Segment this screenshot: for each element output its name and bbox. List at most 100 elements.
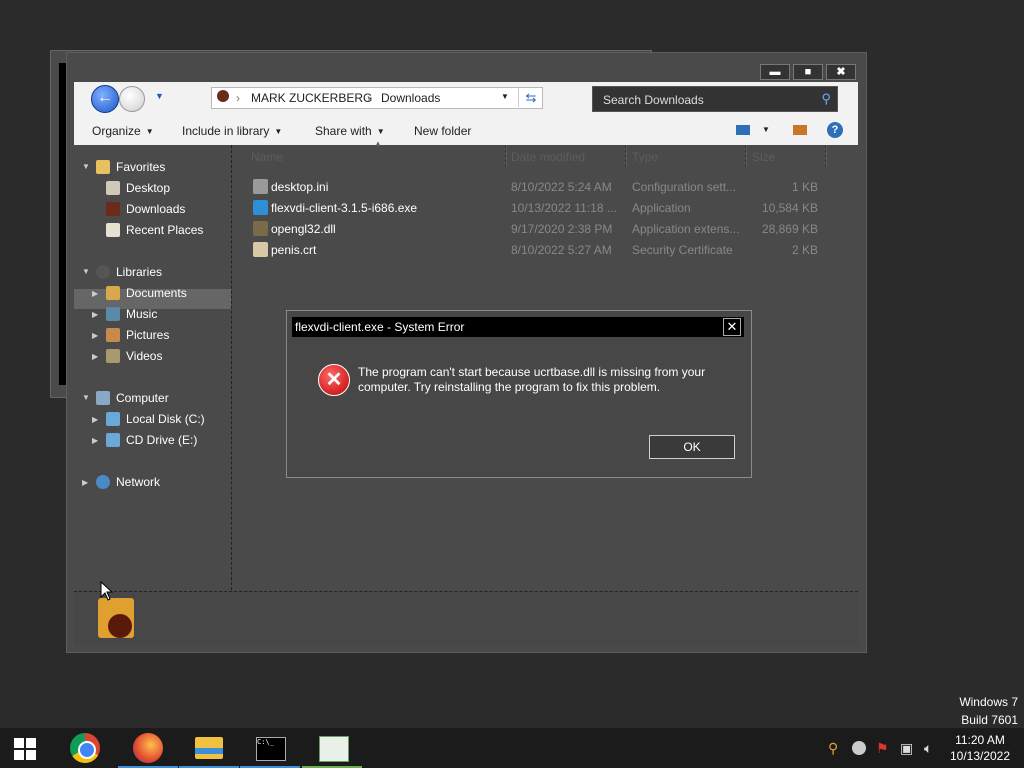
nav-network[interactable]: Network	[96, 472, 226, 492]
file-date: 8/10/2022 5:24 AM	[511, 180, 612, 194]
nav-recent-places[interactable]: Recent Places	[106, 220, 226, 240]
share-with-menu[interactable]: Share with ▼	[315, 124, 385, 138]
back-button[interactable]: ←	[91, 85, 119, 113]
search-input[interactable]	[601, 87, 805, 113]
nav-recent-places-label: Recent Places	[126, 223, 204, 237]
search-tray-icon[interactable]: ⚲	[828, 740, 838, 757]
file-row[interactable]: desktop.ini 8/10/2022 5:24 AM Configurat…	[250, 177, 850, 197]
nav-network-label: Network	[116, 475, 161, 489]
file-name: flexvdi-client-3.1.5-i686.exe	[271, 201, 418, 215]
new-folder-button[interactable]: New folder	[414, 124, 471, 138]
expand-icon[interactable]: ▶	[92, 436, 98, 445]
breadcrumb-downloads[interactable]: Downloads	[381, 91, 440, 105]
nav-pictures[interactable]: Pictures	[106, 325, 226, 345]
action-center-flag-icon[interactable]: ⚑	[876, 740, 889, 757]
nav-cd-drive[interactable]: CD Drive (E:)	[106, 430, 226, 450]
collapse-icon[interactable]: ▼	[82, 162, 90, 171]
system-error-dialog[interactable]: flexvdi-client.exe - System Error ✕ ✕ Th…	[286, 310, 752, 478]
file-size: 10,584 KB	[761, 201, 818, 215]
dialog-close-button[interactable]: ✕	[723, 318, 741, 336]
expand-icon[interactable]: ▶	[92, 331, 98, 340]
breadcrumb-separator: ›	[236, 91, 240, 105]
downloads-icon	[106, 202, 120, 216]
taskbar-chrome[interactable]	[56, 728, 116, 768]
taskbar-command-prompt[interactable]: C:\_	[240, 728, 300, 768]
nav-music[interactable]: Music	[106, 304, 226, 324]
address-dropdown-icon[interactable]: ▼	[501, 92, 509, 101]
music-icon	[106, 307, 120, 321]
error-icon: ✕	[318, 364, 350, 396]
help-icon[interactable]: ?	[827, 122, 843, 138]
certificate-icon	[253, 242, 268, 257]
refresh-icon[interactable]: ⇆	[518, 88, 543, 107]
column-divider[interactable]	[745, 145, 747, 167]
collapse-icon[interactable]: ▼	[82, 393, 90, 402]
breadcrumb-separator: ›	[367, 91, 371, 105]
expand-icon[interactable]: ▶	[92, 352, 98, 361]
history-dropdown-icon[interactable]: ▼	[155, 91, 164, 101]
taskbar-file-explorer[interactable]	[179, 728, 239, 768]
navigation-pane: ▼ Favorites Desktop Downloads Recent Pla…	[74, 145, 232, 590]
start-button[interactable]	[14, 738, 36, 760]
view-dropdown-icon[interactable]: ▼	[762, 125, 770, 134]
column-divider[interactable]	[825, 145, 827, 167]
close-button[interactable]: ✖	[826, 64, 856, 80]
file-date: 10/13/2022 11:18 ...	[511, 201, 617, 215]
dialog-title: flexvdi-client.exe - System Error	[295, 320, 465, 334]
nav-libraries[interactable]: Libraries	[96, 262, 226, 282]
column-size[interactable]: Size	[752, 150, 775, 164]
network-tray-icon[interactable]: ▣	[900, 740, 913, 757]
file-date: 8/10/2022 5:27 AM	[511, 243, 612, 257]
include-in-library-menu[interactable]: Include in library ▼	[182, 124, 282, 138]
maximize-button[interactable]: ■	[793, 64, 823, 80]
expand-icon[interactable]: ▶	[92, 310, 98, 319]
system-clock[interactable]: 11:20 AM 10/13/2022	[941, 732, 1019, 764]
status-tray-icon[interactable]	[852, 741, 866, 755]
details-pane	[74, 591, 858, 645]
chevron-down-icon: ▼	[145, 127, 154, 136]
organize-menu[interactable]: Organize ▼	[92, 124, 154, 138]
computer-icon	[96, 391, 110, 405]
taskbar-notepad[interactable]	[302, 728, 362, 768]
file-explorer-icon-band	[195, 748, 223, 754]
column-name[interactable]: Name	[251, 150, 283, 164]
file-row[interactable]: flexvdi-client-3.1.5-i686.exe 10/13/2022…	[250, 198, 850, 218]
nav-downloads[interactable]: Downloads	[106, 199, 226, 219]
volume-icon[interactable]: 🔈︎	[924, 740, 932, 757]
breadcrumb-user[interactable]: MARK ZUCKERBERG	[251, 91, 372, 105]
column-type[interactable]: Type	[632, 150, 658, 164]
libraries-icon	[96, 265, 110, 279]
nav-desktop[interactable]: Desktop	[106, 178, 226, 198]
file-row[interactable]: penis.crt 8/10/2022 5:27 AM Security Cer…	[250, 240, 850, 260]
taskbar-firefox[interactable]	[118, 728, 178, 768]
column-divider[interactable]	[505, 145, 507, 167]
ok-button[interactable]: OK	[649, 435, 735, 459]
collapse-icon[interactable]: ▼	[82, 267, 90, 276]
nav-documents[interactable]: Documents	[106, 283, 226, 303]
nav-local-disk[interactable]: Local Disk (C:)	[106, 409, 226, 429]
search-box[interactable]: ⚲	[592, 86, 838, 113]
view-options-icon[interactable]	[736, 125, 750, 135]
search-icon[interactable]: ⚲	[821, 91, 831, 107]
windows-watermark: Windows 7 Build 7601	[959, 693, 1018, 729]
minimize-button[interactable]: ▬	[760, 64, 790, 80]
expand-icon[interactable]: ▶	[92, 289, 98, 298]
expand-icon[interactable]: ▶	[92, 415, 98, 424]
column-divider[interactable]	[625, 145, 627, 167]
pictures-icon	[106, 328, 120, 342]
nav-favorites[interactable]: Favorites	[96, 157, 226, 177]
nav-libraries-label: Libraries	[116, 265, 163, 279]
nav-computer[interactable]: Computer	[96, 388, 226, 408]
user-folder-icon	[217, 90, 229, 102]
command-prompt-icon: C:\_	[256, 737, 286, 761]
file-row[interactable]: opengl32.dll 9/17/2020 2:38 PM Applicati…	[250, 219, 850, 239]
forward-button[interactable]	[119, 86, 145, 112]
nav-videos[interactable]: Videos	[106, 346, 226, 366]
preview-pane-icon[interactable]	[793, 125, 807, 135]
file-type: Application	[632, 201, 691, 215]
address-bar[interactable]: › MARK ZUCKERBERG › Downloads ▼	[211, 87, 543, 109]
expand-icon[interactable]: ▶	[82, 478, 88, 487]
watermark-build: Build 7601	[961, 713, 1018, 727]
nav-documents-label: Documents	[126, 286, 187, 300]
column-date-modified[interactable]: Date modified	[511, 150, 585, 164]
